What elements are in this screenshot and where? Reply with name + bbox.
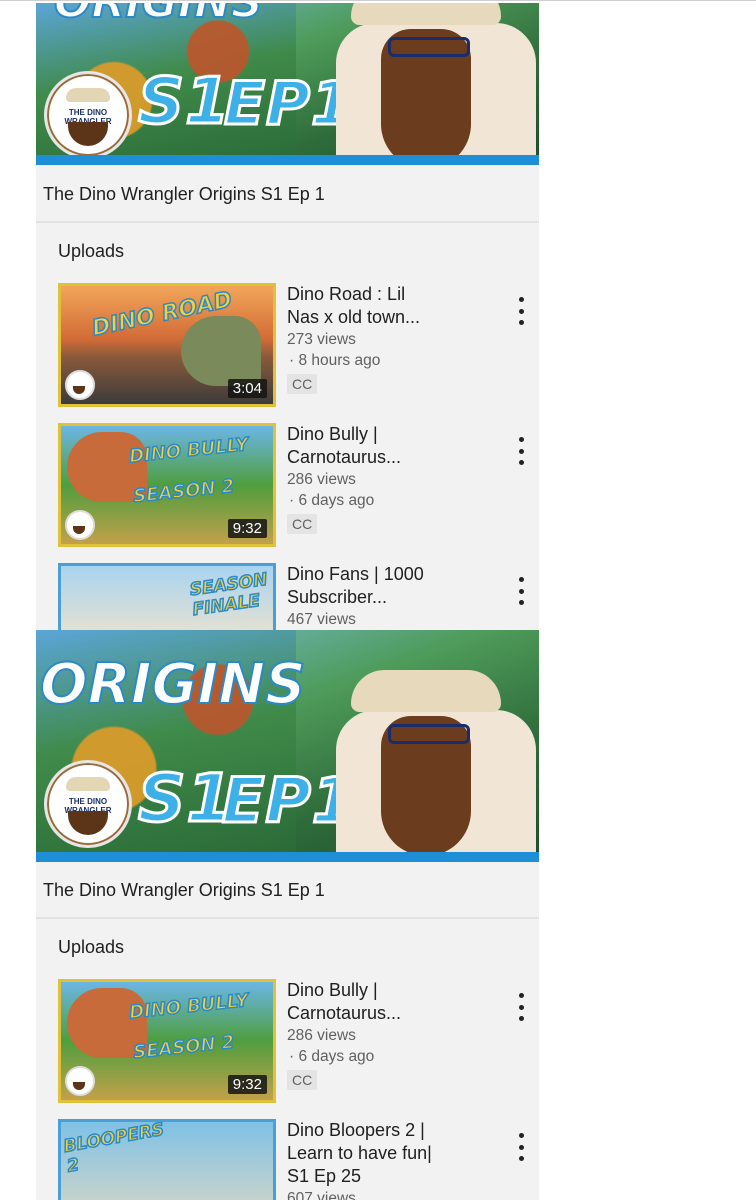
view-count: 467 views (287, 611, 356, 628)
presenter-image (336, 670, 536, 862)
uploads-heading: Uploads (58, 937, 125, 957)
featured-video-thumbnail[interactable]: ORIGINS THE DINO WRANGLER S1 EP1 (36, 630, 539, 862)
uploads-heading: Uploads (58, 241, 125, 261)
list-item-title-cont[interactable]: Carnotaurus... (287, 446, 457, 469)
logo-hat (66, 88, 110, 102)
logo-beard (68, 122, 108, 146)
upload-time: · 8 hours ago (289, 352, 381, 369)
thumbnail-title-word: ORIGINS (53, 3, 264, 29)
channel-logo: THE DINO WRANGLER (44, 760, 132, 848)
channel-mini-logo (65, 1066, 95, 1096)
list-item-title-cont[interactable]: Carnotaurus... (287, 1002, 457, 1025)
view-count: 286 views (287, 471, 356, 488)
more-vert-icon[interactable] (514, 297, 528, 325)
list-item[interactable]: DINO BULLY SEASON 2 9:32 Dino Bully | Ca… (58, 979, 528, 1105)
thumbnail-bottom-band (36, 852, 539, 862)
list-item-title-cont[interactable]: Learn to have fun| (287, 1142, 457, 1165)
presenter-hat (351, 3, 501, 25)
thumbnail-text: DINO BULLY SEASON 2 (127, 433, 250, 508)
cc-badge: CC (287, 1070, 318, 1090)
divider (36, 917, 539, 919)
list-item-title[interactable]: Dino Fans | 1000 (287, 563, 457, 586)
list-item-title[interactable]: Dino Road : Lil (287, 283, 457, 306)
view-count: 273 views (287, 331, 356, 348)
thumbnail-text: DINO BULLY SEASON 2 (127, 989, 250, 1064)
list-item-title-cont[interactable]: Nas x old town... (287, 306, 457, 329)
more-vert-icon[interactable] (514, 577, 528, 605)
video-info: Dino Fans | 1000 Subscriber... 467 views (287, 563, 457, 630)
duration-badge: 9:32 (227, 1075, 267, 1094)
dinosaur-image (181, 316, 261, 386)
video-thumbnail[interactable]: SEASON FINALE (58, 563, 276, 630)
thumbnail-title-word: ORIGINS (39, 651, 307, 718)
channel-mini-logo (65, 370, 95, 400)
video-title[interactable]: The Dino Wrangler Origins S1 Ep 1 (43, 184, 325, 205)
channel-mini-logo (65, 510, 95, 540)
more-vert-icon[interactable] (514, 437, 528, 465)
video-title[interactable]: The Dino Wrangler Origins S1 Ep 1 (43, 880, 325, 901)
video-info: Dino Road : Lil Nas x old town... 273 vi… (287, 283, 457, 394)
thumbnail-bottom-band (36, 155, 539, 165)
thumbnail-episode: EP1 (223, 68, 355, 141)
video-thumbnail[interactable]: BLOOPERS 2 (58, 1119, 276, 1200)
list-item-title-cont[interactable]: S1 Ep 25 (287, 1165, 457, 1188)
thumbnail-season: S1 (137, 64, 232, 141)
screenshot-top: ORIGINS THE DINO WRANGLER S1 EP1 The Din… (36, 3, 539, 630)
list-item[interactable]: DINO ROAD 3:04 Dino Road : Lil Nas x old… (58, 283, 528, 409)
presenter-hat (351, 670, 501, 712)
channel-logo: THE DINO WRANGLER (44, 71, 132, 159)
list-item[interactable]: BLOOPERS 2 Dino Bloopers 2 | Learn to ha… (58, 1119, 528, 1200)
upload-time: · 6 days ago (289, 1048, 375, 1065)
video-thumbnail[interactable]: DINO ROAD 3:04 (58, 283, 276, 407)
presenter-image (336, 3, 536, 165)
video-info: Dino Bully | Carnotaurus... 286 views · … (287, 423, 457, 534)
duration-badge: 9:32 (227, 519, 267, 538)
list-item[interactable]: DINO BULLY SEASON 2 9:32 Dino Bully | Ca… (58, 423, 528, 549)
more-vert-icon[interactable] (514, 993, 528, 1021)
duration-badge: 3:04 (227, 379, 267, 398)
thumbnail-season: S1 (136, 759, 234, 839)
cc-badge: CC (287, 514, 318, 534)
cc-badge: CC (287, 374, 318, 394)
upload-time: · 6 days ago (289, 492, 375, 509)
video-thumbnail[interactable]: DINO BULLY SEASON 2 9:32 (58, 979, 276, 1103)
divider (36, 221, 539, 223)
view-count: 607 views (287, 1190, 356, 1200)
list-item-title[interactable]: Dino Bully | (287, 423, 457, 446)
more-vert-icon[interactable] (514, 1133, 528, 1161)
presenter-glasses (388, 724, 470, 744)
view-count: 286 views (287, 1027, 356, 1044)
list-item-title-cont[interactable]: Subscriber... (287, 586, 457, 609)
list-item-title[interactable]: Dino Bloopers 2 | (287, 1119, 457, 1142)
video-thumbnail[interactable]: DINO BULLY SEASON 2 9:32 (58, 423, 276, 547)
logo-beard (68, 811, 108, 835)
video-info: Dino Bloopers 2 | Learn to have fun| S1 … (287, 1119, 457, 1200)
screenshot-bottom: ORIGINS THE DINO WRANGLER S1 EP1 The Din… (36, 630, 539, 1200)
list-item[interactable]: SEASON FINALE Dino Fans | 1000 Subscribe… (58, 563, 528, 630)
featured-video-thumbnail[interactable]: ORIGINS THE DINO WRANGLER S1 EP1 (36, 3, 539, 165)
list-item-title[interactable]: Dino Bully | (287, 979, 457, 1002)
presenter-glasses (388, 37, 470, 57)
video-info: Dino Bully | Carnotaurus... 286 views · … (287, 979, 457, 1090)
logo-hat (66, 777, 110, 791)
